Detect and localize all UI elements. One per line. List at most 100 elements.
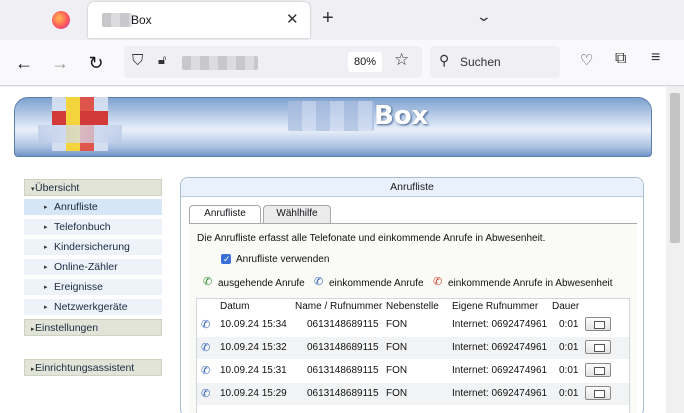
enable-calllist-checkbox[interactable] [221,254,231,264]
column-header: Name / Rufnummer [295,301,383,312]
call-date: 10.09.24 15:31 [220,365,287,376]
new-tab-icon[interactable]: + [322,7,334,30]
scrollbar-thumb[interactable] [670,93,680,243]
sidebar-item-online-zaehler[interactable]: ▸ Online-Zähler [24,259,162,276]
sidebar-item-label: Netzwerkgeräte [54,301,128,313]
phonebook-icon[interactable] [585,363,611,377]
table-row: ✆ 10.09.24 15:31 0613148689115 FON Inter… [197,360,629,382]
tab-label: Wählhilfe [276,208,318,219]
sidebar-item-label: Kindersicherung [54,241,130,253]
back-icon[interactable]: ← [10,49,38,77]
brand-name-blurred [288,101,374,131]
column-header: Dauer [552,301,580,312]
tab-anrufliste[interactable]: Anrufliste [189,205,261,224]
sidebar-item-label: Ereignisse [54,281,104,293]
page-scrollbar[interactable] [666,87,684,413]
brand-name: Box [374,101,429,131]
phonebook-icon[interactable] [585,386,611,400]
legend-outgoing: ausgehende Anrufe [218,278,305,289]
phone-incoming-icon: ✆ [201,365,211,377]
brand-logo [38,91,122,157]
firefox-view-icon[interactable] [52,11,70,29]
call-number: 0613148689115 [307,342,379,353]
shield-icon[interactable]: ⛉ [132,52,143,69]
call-date: 10.09.24 15:29 [220,388,287,399]
table-row: ✆ 10.09.24 15:29 0613148689115 FON Inter… [197,383,629,405]
phonebook-icon[interactable] [585,340,611,354]
insecure-lock-icon[interactable]: 🔓︎ [158,52,166,68]
zoom-level: 80% [353,56,377,68]
triangle-right-icon: ▸ [31,326,35,333]
chevron-down-icon[interactable]: ⌄ [476,8,492,25]
url-blurred [182,56,258,70]
tab-waehlhilfe[interactable]: Wählhilfe [263,205,331,223]
tab-strip: Box ✕ + ⌄ [0,0,684,40]
call-table: Datum Name / Rufnummer Nebenstelle Eigen… [196,298,630,413]
phone-incoming-icon: ✆ [201,342,211,354]
call-duration: 0:01 [559,342,579,353]
sidebar-item-uebersicht[interactable]: ▾Übersicht [24,179,162,196]
forward-icon[interactable]: → [46,49,74,77]
tab-title-blurred [102,13,132,27]
phonebook-icon[interactable] [585,317,611,331]
tab-title: Box [131,13,152,27]
legend-missed: einkommende Anrufe in Abwesenheit [448,278,613,289]
close-tab-icon[interactable]: ✕ [286,10,299,28]
triangle-right-icon: ▸ [44,224,48,231]
search-icon: ⚲ [439,52,450,68]
call-duration: 0:01 [559,319,579,330]
extensions-icon[interactable]: ⧉ [615,50,626,68]
phone-incoming-icon: ✆ [314,276,324,288]
sidebar-item-anrufliste[interactable]: ▸ Anrufliste [24,199,162,216]
sidebar-item-label: Anrufliste [54,201,98,213]
triangle-right-icon: ▸ [44,304,48,311]
sidebar-item-label: Übersicht [35,182,80,194]
sidebar-item-ereignisse[interactable]: ▸ Ereignisse [24,279,162,296]
call-number: 0613148689115 [307,388,379,399]
phone-missed-icon: ✆ [433,276,443,288]
triangle-down-icon: ▾ [31,186,35,193]
page-viewport: Box ▾Übersicht ▸ Anrufliste ▸ Telefonbuch … [0,87,666,413]
url-bar[interactable]: ⛉ 🔓︎ 80% ☆ [124,46,422,78]
phone-incoming-icon: ✆ [201,388,211,400]
call-extension: FON [386,319,408,330]
sidebar-item-netzwerkgeraete[interactable]: ▸ Netzwerkgeräte [24,299,162,316]
call-number: 0613148689115 [307,365,379,376]
call-date: 10.09.24 15:34 [220,319,287,330]
triangle-right-icon: ▸ [31,366,35,373]
triangle-right-icon: ▸ [44,284,48,291]
sidebar: ▾Übersicht ▸ Anrufliste ▸ Telefonbuch ▸ Kin… [24,179,162,413]
sidebar-item-kindersicherung[interactable]: ▸ Kindersicherung [24,239,162,256]
triangle-right-icon: ▸ [44,204,48,211]
search-placeholder: Suchen [460,55,501,69]
column-header: Datum [220,301,250,312]
reload-icon[interactable]: ↻ [82,49,110,77]
browser-tab[interactable]: Box ✕ [88,2,310,38]
call-extension: FON [386,342,408,353]
pocket-icon[interactable]: ♡ [580,51,593,69]
sidebar-item-einrichtungsassistent[interactable]: ▸Einrichtungsassistent [24,359,162,376]
call-own-number: Internet: 0692474961 [452,388,548,399]
table-row: ✆ 10.09.24 15:34 0613148689115 FON Inter… [197,314,629,336]
call-duration: 0:01 [559,388,579,399]
call-own-number: Internet: 0692474961 [452,342,548,353]
sidebar-item-einstellungen[interactable]: ▸Einstellungen [24,319,162,336]
call-number: 0613148689115 [307,319,379,330]
call-extension: FON [386,388,408,399]
bookmark-star-icon[interactable]: ☆ [394,50,409,70]
tab-label: Anrufliste [204,208,246,219]
phone-incoming-icon: ✆ [201,319,211,331]
menu-icon[interactable]: ≡ [651,49,660,67]
sidebar-item-label: Einrichtungsassistent [35,362,135,374]
sidebar-item-label: Online-Zähler [54,261,118,273]
search-bar[interactable]: ⚲ Suchen [430,46,560,78]
sidebar-item-label: Einstellungen [35,322,99,334]
sidebar-item-telefonbuch[interactable]: ▸ Telefonbuch [24,219,162,236]
description: Die Anrufliste erfasst alle Telefonate u… [197,233,546,244]
zoom-badge[interactable]: 80% [348,52,382,72]
sidebar-item-label: Telefonbuch [54,221,111,233]
triangle-right-icon: ▸ [44,244,48,251]
call-own-number: Internet: 0692474961 [452,365,548,376]
table-row: ✆ 10.09.24 15:32 0613148689115 FON Inter… [197,337,629,359]
panel-title: Anrufliste [181,178,643,197]
